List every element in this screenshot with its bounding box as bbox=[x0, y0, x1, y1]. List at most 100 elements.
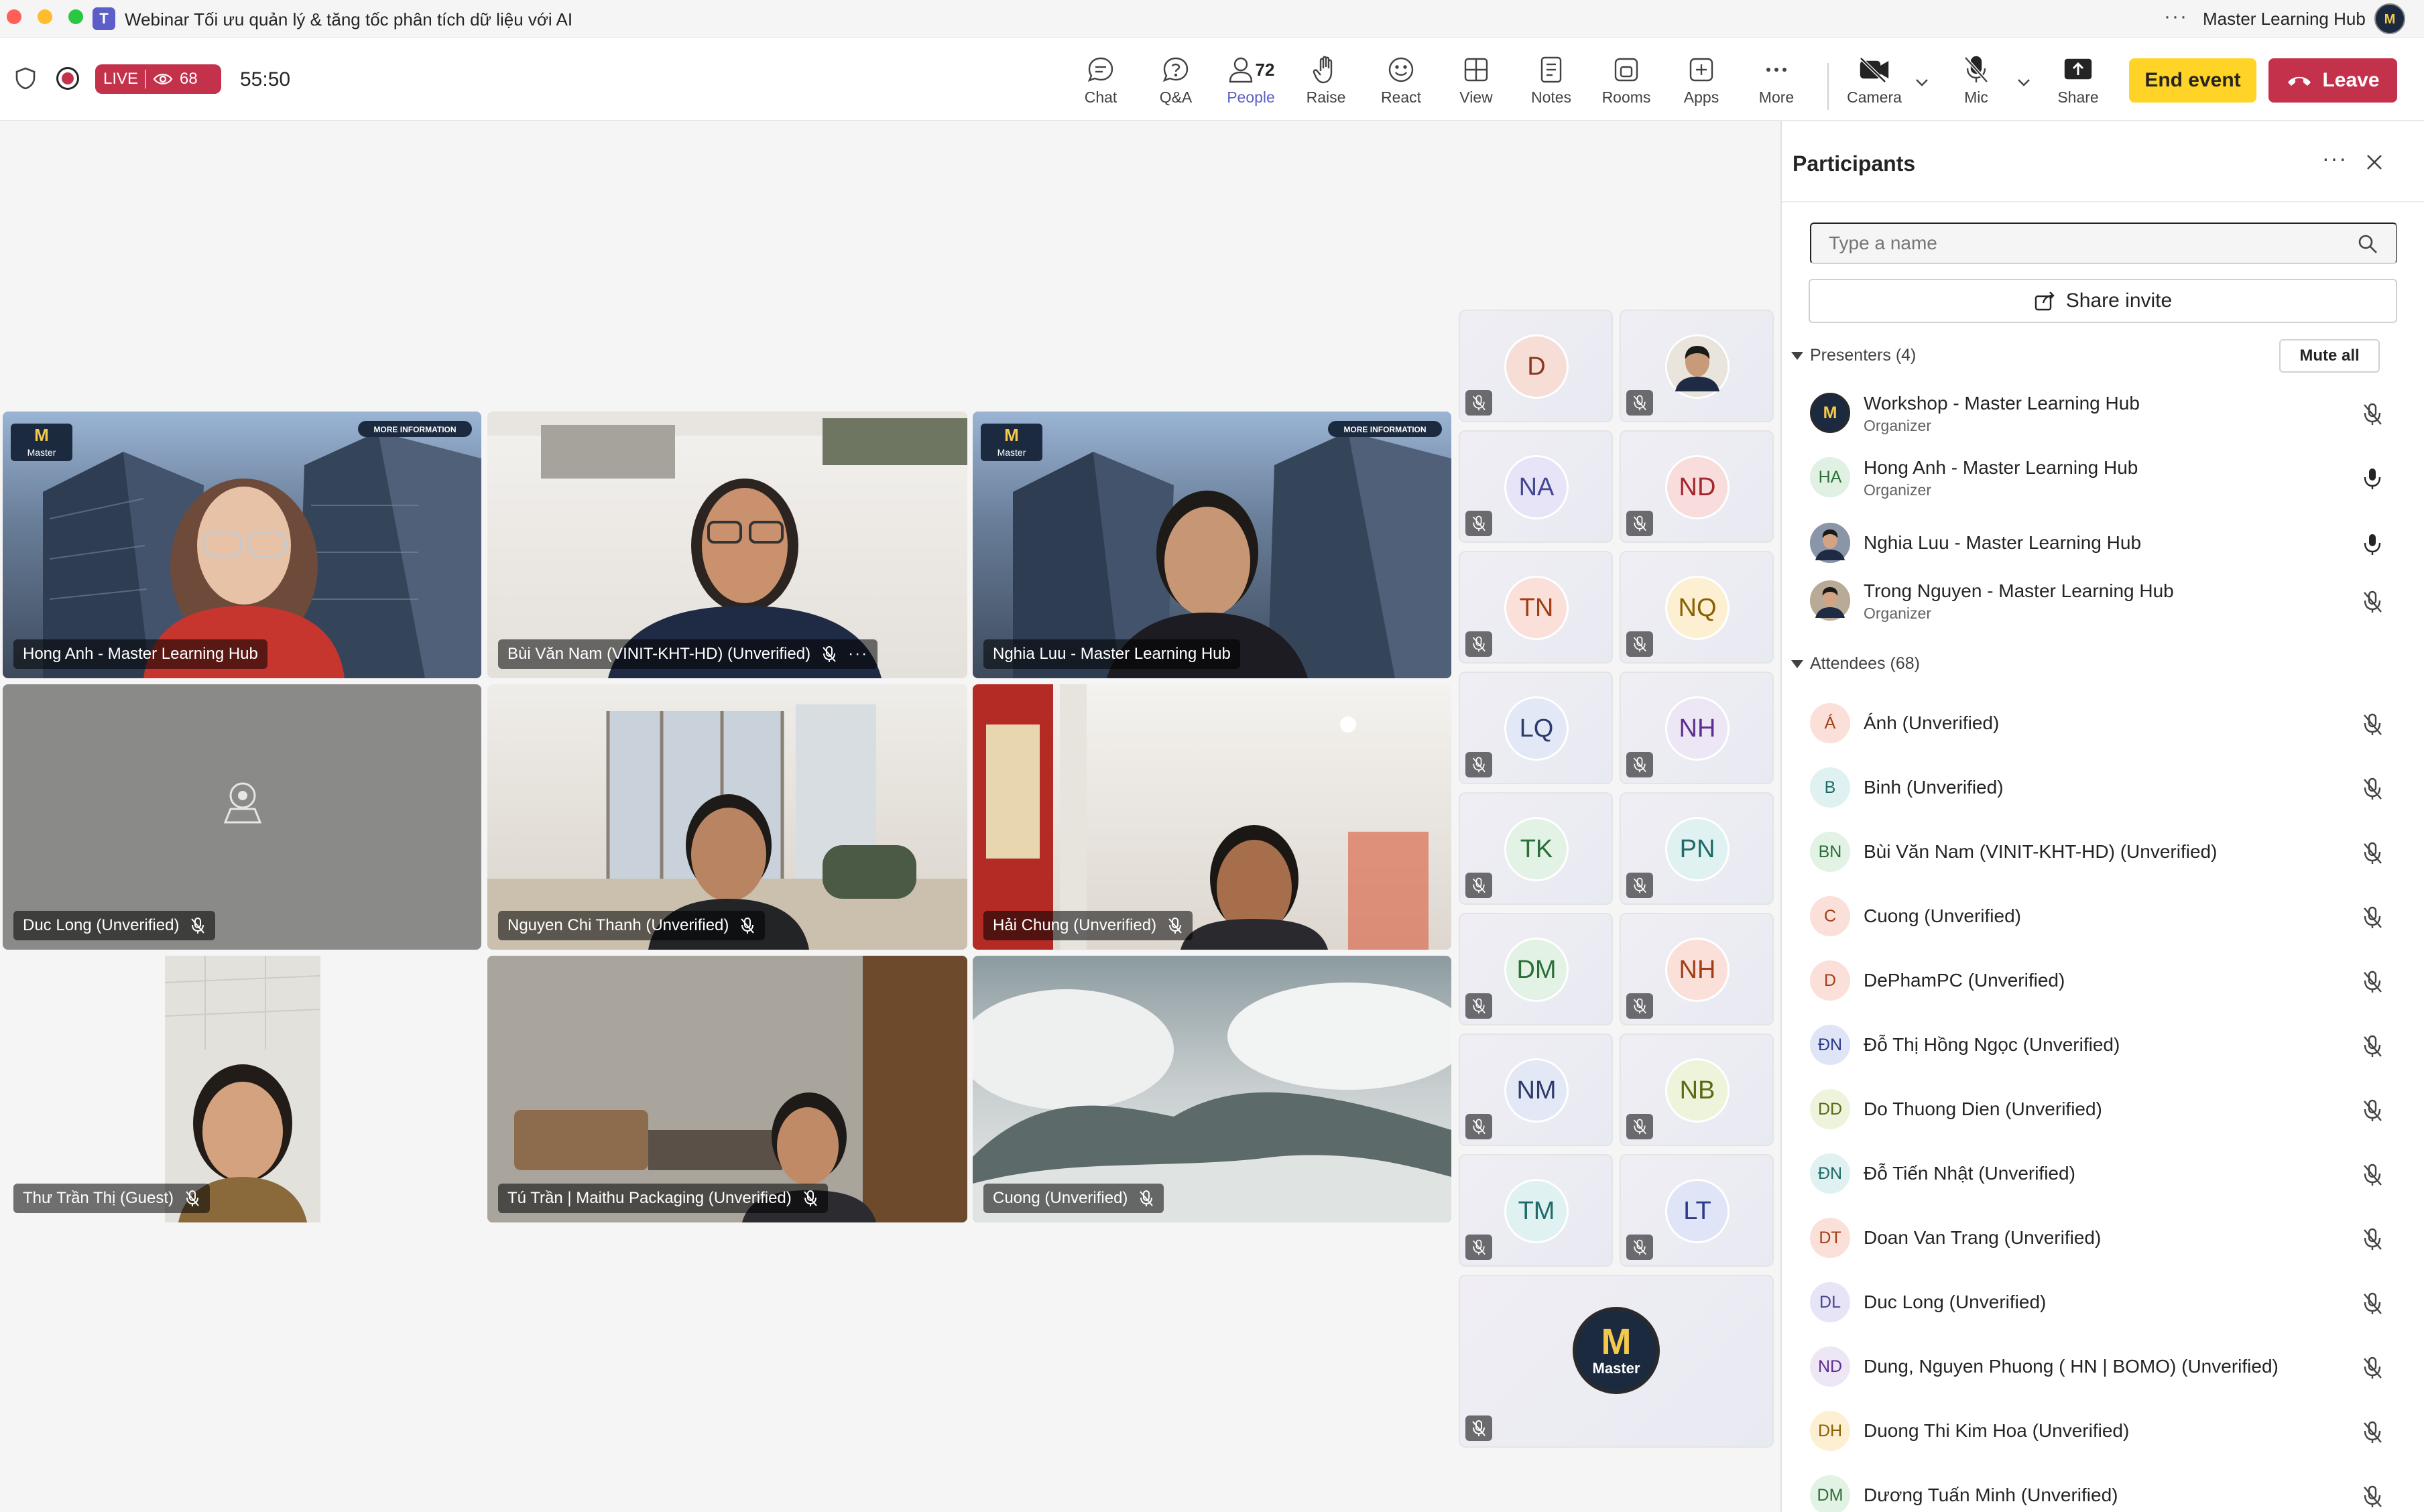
mic-off-icon[interactable] bbox=[2361, 1227, 2384, 1251]
search-icon[interactable] bbox=[2357, 233, 2378, 255]
presenters-section-toggle[interactable]: Presenters (4) bbox=[1791, 346, 1916, 365]
gallery-tile[interactable]: NB bbox=[1620, 1033, 1774, 1146]
svg-text:M: M bbox=[1004, 425, 1019, 445]
video-tile[interactable]: Tú Trần | Maithu Packaging (Unverified) bbox=[487, 956, 967, 1222]
share-button[interactable]: Share bbox=[2045, 54, 2112, 114]
gallery-tile-organizer[interactable]: M Master bbox=[1459, 1275, 1774, 1448]
video-tile[interactable]: Duc Long (Unverified) bbox=[3, 684, 481, 950]
qa-button[interactable]: Q&A bbox=[1142, 54, 1209, 114]
gallery-tile[interactable]: TM bbox=[1459, 1154, 1613, 1267]
react-button[interactable]: React bbox=[1368, 54, 1435, 114]
camera-options-chevron-icon[interactable] bbox=[1912, 72, 1932, 92]
mic-off-icon[interactable] bbox=[2361, 590, 2384, 614]
mic-off-icon[interactable] bbox=[2361, 905, 2384, 930]
mic-off-icon[interactable] bbox=[2361, 1098, 2384, 1123]
mic-off-icon bbox=[1626, 873, 1653, 898]
more-button[interactable]: More bbox=[1743, 54, 1810, 114]
chat-button[interactable]: Chat bbox=[1067, 54, 1134, 114]
mic-on-icon[interactable] bbox=[2361, 466, 2384, 491]
mic-off-icon[interactable] bbox=[2361, 1292, 2384, 1316]
attendee-row[interactable]: DD Do Thuong Dien (Unverified) bbox=[1807, 1082, 2411, 1136]
participant-avatar: HA bbox=[1810, 457, 1850, 497]
mic-off-icon[interactable] bbox=[2361, 1420, 2384, 1444]
mic-off-icon[interactable] bbox=[2361, 841, 2384, 865]
hang-up-icon bbox=[2288, 76, 2311, 86]
attendee-row[interactable]: D DePhamPC (Unverified) bbox=[1807, 954, 2411, 1007]
mic-off-icon[interactable] bbox=[2361, 1034, 2384, 1058]
rooms-button[interactable]: Rooms bbox=[1593, 54, 1660, 114]
mic-on-icon[interactable] bbox=[2361, 532, 2384, 556]
presenter-row[interactable]: M Workshop - Master Learning Hub Organizer bbox=[1807, 386, 2411, 440]
gallery-tile[interactable] bbox=[1620, 310, 1774, 422]
close-window-button[interactable] bbox=[7, 9, 21, 24]
mic-off-icon[interactable] bbox=[2361, 402, 2384, 426]
mic-button[interactable]: Mic bbox=[1943, 54, 2010, 114]
attendee-row[interactable]: ND Dung, Nguyen Phuong ( HN | BOMO) (Unve… bbox=[1807, 1340, 2411, 1393]
presenter-row[interactable]: Trong Nguyen - Master Learning Hub Organi… bbox=[1807, 574, 2411, 627]
mic-off-icon[interactable] bbox=[2361, 712, 2384, 737]
meeting-timer: 55:50 bbox=[240, 68, 291, 90]
gallery-tile[interactable]: NH bbox=[1620, 672, 1774, 784]
mic-off-icon bbox=[1626, 1235, 1653, 1260]
end-event-button[interactable]: End event bbox=[2129, 58, 2256, 103]
tile-more-icon[interactable]: ··· bbox=[848, 645, 868, 664]
participant-name: Dương Tuấn Minh (Unverified) bbox=[1864, 1485, 2118, 1505]
video-tile[interactable]: Bùi Văn Nam (VINIT-KHT-HD) (Unverified) … bbox=[487, 412, 967, 678]
attendee-row[interactable]: ĐN Đỗ Thị Hồng Ngọc (Unverified) bbox=[1807, 1018, 2411, 1072]
close-icon[interactable] bbox=[2364, 151, 2385, 173]
gallery-tile[interactable]: NM bbox=[1459, 1033, 1613, 1146]
account-avatar[interactable]: M bbox=[2374, 3, 2405, 34]
attendee-row[interactable]: DL Duc Long (Unverified) bbox=[1807, 1275, 2411, 1329]
mute-all-button[interactable]: Mute all bbox=[2279, 339, 2380, 373]
search-name-input[interactable] bbox=[1810, 223, 2397, 264]
gallery-tile[interactable]: LQ bbox=[1459, 672, 1613, 784]
attendee-row[interactable]: DM Dương Tuấn Minh (Unverified) bbox=[1807, 1468, 2411, 1512]
panel-more-icon[interactable]: ··· bbox=[2322, 146, 2348, 171]
gallery-tile[interactable]: NH bbox=[1620, 913, 1774, 1025]
video-tile[interactable]: Hải Chung (Unverified) bbox=[973, 684, 1451, 950]
gallery-tile[interactable]: TK bbox=[1459, 792, 1613, 905]
mic-off-icon[interactable] bbox=[2361, 777, 2384, 801]
gallery-tile[interactable]: D bbox=[1459, 310, 1613, 422]
gallery-tile[interactable]: DM bbox=[1459, 913, 1613, 1025]
attendees-section-toggle[interactable]: Attendees (68) bbox=[1791, 654, 1920, 674]
gallery-tile[interactable]: TN bbox=[1459, 551, 1613, 664]
presenter-row[interactable]: HA Hong Anh - Master Learning Hub Organize… bbox=[1807, 450, 2411, 504]
recording-icon[interactable] bbox=[56, 67, 79, 90]
gallery-tile[interactable]: LT bbox=[1620, 1154, 1774, 1267]
mic-off-icon[interactable] bbox=[2361, 970, 2384, 994]
camera-button[interactable]: Camera bbox=[1841, 54, 1908, 114]
attendee-row[interactable]: Á Ánh (Unverified) bbox=[1807, 696, 2411, 750]
share-invite-button[interactable]: Share invite bbox=[1809, 279, 2397, 323]
shield-icon[interactable] bbox=[15, 67, 36, 90]
zoom-window-button[interactable] bbox=[68, 9, 83, 24]
video-tile[interactable]: M Master MORE INFORMATION Hong Anh - Mast… bbox=[3, 412, 481, 678]
apps-button[interactable]: Apps bbox=[1668, 54, 1735, 114]
minimize-window-button[interactable] bbox=[38, 9, 52, 24]
raise-hand-button[interactable]: Raise bbox=[1292, 54, 1359, 114]
video-tile[interactable]: M Master MORE INFORMATION Nghia Luu - Mas… bbox=[973, 412, 1451, 678]
attendee-row[interactable]: ĐN Đỗ Tiến Nhật (Unverified) bbox=[1807, 1147, 2411, 1200]
mic-options-chevron-icon[interactable] bbox=[2014, 72, 2034, 92]
video-tile[interactable]: Thư Trần Thị (Guest) bbox=[3, 956, 481, 1222]
mic-off-icon[interactable] bbox=[2361, 1356, 2384, 1380]
gallery-tile[interactable]: ND bbox=[1620, 430, 1774, 543]
attendee-row[interactable]: BN Bùi Văn Nam (VINIT-KHT-HD) (Unverified… bbox=[1807, 825, 2411, 879]
gallery-tile[interactable]: NQ bbox=[1620, 551, 1774, 664]
gallery-tile[interactable]: NA bbox=[1459, 430, 1613, 543]
presenter-row[interactable]: Nghia Luu - Master Learning Hub bbox=[1807, 516, 2411, 570]
people-button[interactable]: 72 People bbox=[1217, 54, 1284, 114]
view-button[interactable]: View bbox=[1443, 54, 1510, 114]
gallery-tile[interactable]: PN bbox=[1620, 792, 1774, 905]
attendee-row[interactable]: DH Duong Thi Kim Hoa (Unverified) bbox=[1807, 1404, 2411, 1458]
attendee-row[interactable]: B Binh (Unverified) bbox=[1807, 761, 2411, 814]
attendee-row[interactable]: C Cuong (Unverified) bbox=[1807, 889, 2411, 943]
leave-button[interactable]: Leave bbox=[2268, 58, 2397, 103]
notes-button[interactable]: Notes bbox=[1518, 54, 1585, 114]
video-tile[interactable]: Nguyen Chi Thanh (Unverified) bbox=[487, 684, 967, 950]
mic-off-icon[interactable] bbox=[2361, 1163, 2384, 1187]
attendee-row[interactable]: DT Doan Van Trang (Unverified) bbox=[1807, 1211, 2411, 1265]
mic-off-icon[interactable] bbox=[2361, 1485, 2384, 1509]
video-tile[interactable]: Cuong (Unverified) bbox=[973, 956, 1451, 1222]
more-options-icon[interactable]: ··· bbox=[2164, 5, 2188, 28]
